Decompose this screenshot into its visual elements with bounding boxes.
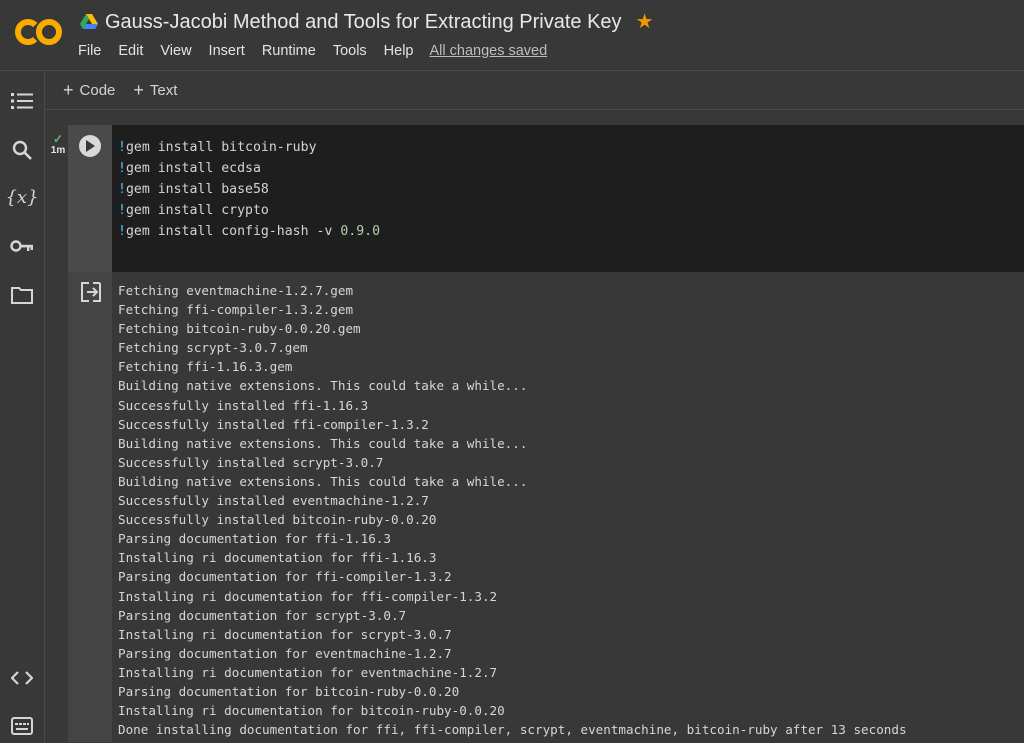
version-number: 0.9.0 [340, 224, 381, 239]
play-icon [86, 140, 95, 152]
add-code-label: Code [79, 81, 116, 99]
key-icon[interactable] [10, 234, 34, 258]
output-line: Successfully installed eventmachine-1.2.… [118, 493, 429, 509]
terminal-icon[interactable] [10, 714, 34, 738]
output-line: Building native extensions. This could t… [118, 435, 528, 451]
cell-execution-status: ✓ 1m [47, 132, 69, 156]
output-line: Installing ri documentation for eventmac… [118, 664, 498, 680]
save-status[interactable]: All changes saved [430, 43, 548, 59]
output-line: Parsing documentation for ffi-1.16.3 [118, 531, 391, 547]
shell-bang: ! [118, 182, 126, 197]
output-line: Successfully installed ffi-1.16.3 [118, 397, 369, 413]
menu-view[interactable]: View [160, 43, 191, 59]
output-line: Fetching eventmachine-1.2.7.gem [118, 283, 354, 298]
run-cell-button[interactable] [79, 135, 101, 157]
code-snippets-icon[interactable] [10, 666, 34, 690]
shell-bang: ! [118, 203, 126, 218]
left-sidebar: {x} [0, 70, 45, 743]
code-line: !gem install base58 [112, 179, 1024, 200]
shell-bang: ! [118, 140, 126, 155]
google-drive-icon [80, 14, 98, 30]
shell-bang: ! [118, 161, 126, 176]
notebook-toolbar: + Code + Text [45, 70, 1024, 110]
notebook-title[interactable]: Gauss-Jacobi Method and Tools for Extrac… [105, 11, 622, 34]
shell-command: gem install crypto [125, 203, 269, 218]
output-line: Parsing documentation for scrypt-3.0.7 [118, 607, 407, 623]
code-line: !gem install bitcoin-ruby [112, 137, 1024, 158]
shell-command: gem install bitcoin-ruby [125, 140, 317, 155]
code-editor[interactable]: !gem install bitcoin-ruby !gem install ec… [112, 125, 1024, 272]
add-text-label: Text [149, 81, 178, 99]
plus-icon: + [133, 80, 144, 100]
output-line: Parsing documentation for bitcoin-ruby-0… [118, 683, 460, 699]
output-line: Parsing documentation for ffi-compiler-1… [118, 569, 452, 585]
star-icon[interactable]: ★ [636, 12, 654, 32]
code-line: !gem install config-hash -v 0.9.0 [112, 221, 1024, 242]
output-line: Successfully installed bitcoin-ruby-0.0.… [118, 512, 437, 528]
table-of-contents-icon[interactable] [10, 89, 34, 113]
output-gutter [68, 272, 112, 742]
colab-logo[interactable] [14, 14, 64, 50]
output-line: Installing ri documentation for bitcoin-… [118, 703, 505, 719]
menu-runtime[interactable]: Runtime [262, 43, 316, 59]
header: Gauss-Jacobi Method and Tools for Extrac… [0, 0, 1024, 70]
variables-icon[interactable]: {x} [5, 185, 38, 209]
output-actions-icon[interactable] [80, 282, 102, 302]
shell-command: gem install ecdsa [125, 161, 261, 176]
output-line: Successfully installed ffi-compiler-1.3.… [118, 416, 429, 432]
plus-icon: + [63, 80, 74, 100]
output-line: Done installing documentation for ffi, f… [118, 722, 907, 738]
search-icon[interactable] [10, 138, 34, 162]
output-line: Fetching bitcoin-ruby-0.0.20.gem [118, 321, 361, 337]
menu-help[interactable]: Help [384, 43, 414, 59]
menu-bar: File Edit View Insert Runtime Tools Help… [78, 43, 564, 59]
code-line: !gem install crypto [112, 200, 1024, 221]
shell-command: gem install config-hash -v [125, 224, 341, 239]
shell-bang: ! [118, 224, 126, 239]
menu-tools[interactable]: Tools [333, 43, 367, 59]
output-line: Installing ri documentation for ffi-comp… [118, 588, 498, 604]
output-line: Building native extensions. This could t… [118, 378, 528, 394]
check-icon: ✓ [52, 132, 64, 146]
add-text-button[interactable]: + Text [133, 81, 177, 99]
cell-output: Fetching eventmachine-1.2.7.gem Fetching … [112, 272, 1024, 742]
output-line: Parsing documentation for eventmachine-1… [118, 645, 452, 661]
output-line: Fetching ffi-1.16.3.gem [118, 359, 293, 375]
shell-command: gem install base58 [125, 182, 269, 197]
add-code-button[interactable]: + Code [63, 81, 115, 99]
output-line: Successfully installed scrypt-3.0.7 [118, 454, 384, 470]
folder-icon[interactable] [10, 283, 34, 307]
execution-time: 1m [50, 145, 66, 156]
menu-file[interactable]: File [78, 43, 101, 59]
output-line: Fetching scrypt-3.0.7.gem [118, 340, 308, 356]
code-line: !gem install ecdsa [112, 158, 1024, 179]
output-line: Installing ri documentation for scrypt-3… [118, 626, 452, 642]
output-line: Building native extensions. This could t… [118, 473, 528, 489]
output-line: Fetching ffi-compiler-1.3.2.gem [118, 302, 354, 318]
menu-insert[interactable]: Insert [209, 43, 245, 59]
output-line: Installing ri documentation for ffi-1.16… [118, 550, 437, 566]
menu-edit[interactable]: Edit [118, 43, 143, 59]
